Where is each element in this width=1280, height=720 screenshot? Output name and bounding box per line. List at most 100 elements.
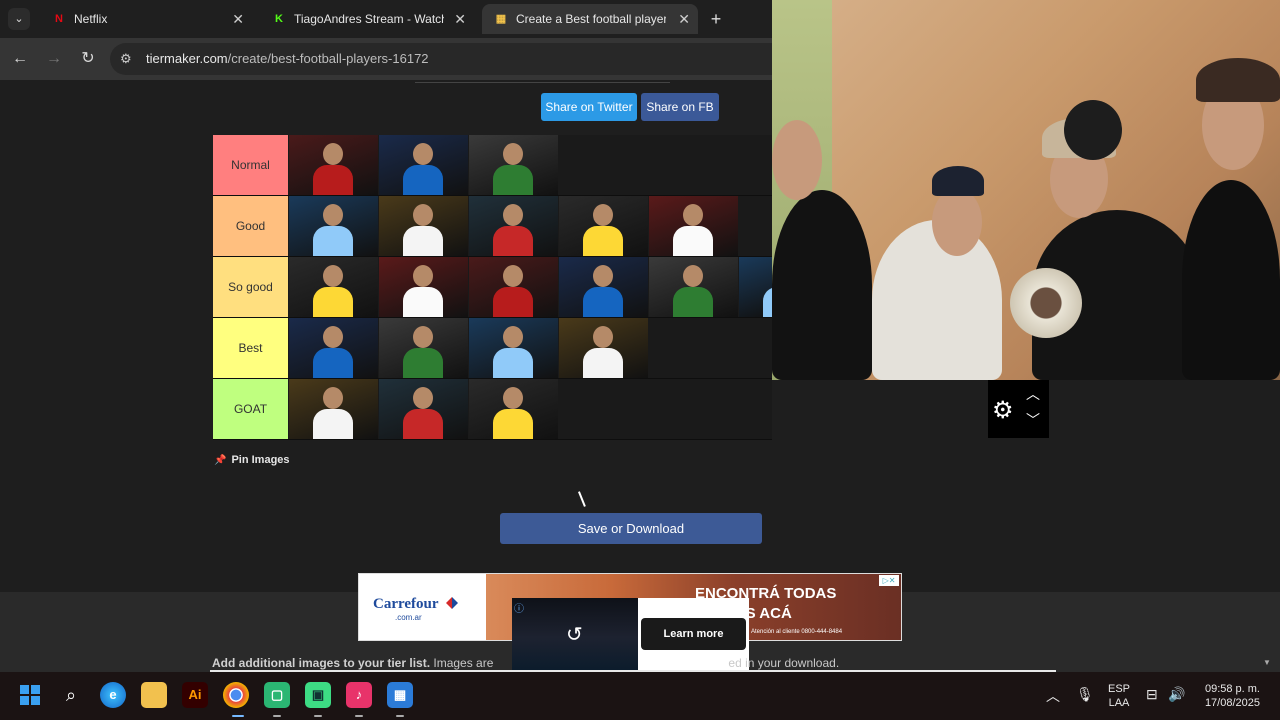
active-app-indicator bbox=[232, 715, 244, 717]
close-tab-icon[interactable]: ✕ bbox=[232, 4, 244, 34]
show-hidden-icons-chevron-icon[interactable]: ︿ bbox=[1046, 686, 1060, 706]
tier-row[interactable]: Good bbox=[213, 196, 772, 257]
player-image[interactable] bbox=[559, 196, 648, 256]
player-image[interactable] bbox=[559, 257, 648, 317]
volume-icon[interactable]: 🔊 bbox=[1168, 686, 1185, 703]
close-tab-icon[interactable]: ✕ bbox=[454, 4, 466, 34]
tier-label[interactable]: So good bbox=[213, 257, 288, 317]
webcam-overlay bbox=[772, 0, 1280, 380]
url-text: tiermaker.com/create/best-football-playe… bbox=[146, 51, 429, 66]
language-indicator[interactable]: ESP LAA bbox=[1106, 682, 1132, 710]
save-download-button[interactable]: Save or Download bbox=[500, 513, 762, 544]
gear-icon[interactable]: ⚙ bbox=[992, 396, 1014, 425]
replay-icon[interactable]: ↺ bbox=[566, 622, 583, 647]
streamer-right bbox=[1182, 180, 1280, 380]
android-studio-icon[interactable]: ▣ bbox=[305, 682, 331, 708]
tier-label[interactable]: Best bbox=[213, 318, 288, 378]
overlay-controls: ⚙ ︿ ﹀ bbox=[988, 380, 1049, 438]
netflix-favicon-icon: N bbox=[55, 13, 63, 25]
tier-row[interactable]: Best bbox=[213, 318, 772, 379]
tier-label[interactable]: Normal bbox=[213, 135, 288, 195]
player-image[interactable] bbox=[559, 318, 648, 378]
kick-favicon-icon: K bbox=[275, 13, 283, 25]
tab-title: Netflix bbox=[74, 12, 108, 26]
clock[interactable]: 09:58 p. m. 17/08/2025 bbox=[1196, 682, 1260, 710]
forward-arrow-icon[interactable]: → bbox=[43, 48, 65, 70]
pin-images-label: Pin Images bbox=[231, 454, 290, 466]
app-indicator bbox=[314, 715, 322, 717]
browser-toolbar: ← → ↻ ⚙ tiermaker.com/create/best-footba… bbox=[0, 38, 772, 80]
whatsapp-icon[interactable]: ▢ bbox=[264, 682, 290, 708]
page-divider bbox=[415, 80, 670, 83]
app-indicator bbox=[273, 715, 281, 717]
share-twitter-button[interactable]: Share on Twitter bbox=[541, 93, 637, 121]
player-image[interactable] bbox=[469, 318, 558, 378]
tab-kick-stream[interactable]: K TiagoAndres Stream - Watch Li ✕ bbox=[260, 4, 474, 34]
player-image[interactable] bbox=[469, 257, 558, 317]
tab-tiermaker[interactable]: ▦ Create a Best football players T ✕ bbox=[482, 4, 698, 34]
scroll-down-arrow-icon[interactable]: ▼ bbox=[1263, 658, 1271, 667]
player-image[interactable] bbox=[289, 379, 378, 439]
tab-title: TiagoAndres Stream - Watch Li bbox=[294, 12, 444, 26]
pin-images-toggle[interactable]: 📌 Pin Images bbox=[214, 454, 290, 466]
chevron-down-icon[interactable]: ﹀ bbox=[1026, 410, 1040, 430]
player-image[interactable] bbox=[289, 135, 378, 195]
tab-title: Create a Best football players T bbox=[516, 12, 666, 26]
app-indicator bbox=[396, 715, 404, 717]
player-image[interactable] bbox=[649, 257, 738, 317]
player-image[interactable] bbox=[379, 257, 468, 317]
edge-icon[interactable]: e bbox=[100, 682, 126, 708]
close-tab-icon[interactable]: ✕ bbox=[678, 4, 690, 34]
player-image[interactable] bbox=[289, 318, 378, 378]
player-image[interactable] bbox=[469, 135, 558, 195]
screen: ⌄ N Netflix ✕ K TiagoAndres Stream - Wat… bbox=[0, 0, 1280, 720]
microphone-icon[interactable]: 🎙 bbox=[1076, 686, 1094, 703]
tiermaker-favicon-icon: ▦ bbox=[495, 13, 507, 25]
windows-start-icon[interactable] bbox=[17, 682, 43, 708]
back-arrow-icon[interactable]: ← bbox=[9, 48, 31, 70]
face bbox=[932, 188, 982, 256]
reload-icon[interactable]: ↻ bbox=[77, 48, 99, 70]
browser-tab-bar: ⌄ N Netflix ✕ K TiagoAndres Stream - Wat… bbox=[0, 0, 772, 38]
pin-icon: 📌 bbox=[214, 455, 227, 466]
tier-label[interactable]: Good bbox=[213, 196, 288, 256]
info-icon[interactable]: ⓘ bbox=[514, 600, 524, 615]
player-image[interactable] bbox=[379, 135, 468, 195]
windows-taskbar: ⌕ e Ai ▢ ▣ ♪ ▦ ︿ 🎙 ESP LAA ⊟ 🔊 09:58 p. m… bbox=[0, 672, 1280, 720]
streamer-back bbox=[1064, 100, 1122, 160]
ad-choices-icon[interactable]: ▷✕ bbox=[879, 575, 899, 586]
tier-row[interactable]: Normal bbox=[213, 135, 772, 196]
player-image[interactable] bbox=[289, 196, 378, 256]
player-image[interactable] bbox=[469, 196, 558, 256]
player-image[interactable] bbox=[289, 257, 378, 317]
tab-netflix[interactable]: N Netflix ✕ bbox=[40, 4, 252, 34]
hair bbox=[1196, 58, 1280, 102]
player-image[interactable] bbox=[379, 318, 468, 378]
player-image[interactable] bbox=[379, 379, 468, 439]
face bbox=[772, 120, 822, 200]
player-image[interactable] bbox=[379, 196, 468, 256]
tiktok-icon[interactable]: ♪ bbox=[346, 682, 372, 708]
tier-row[interactable]: So good bbox=[213, 257, 772, 318]
learn-more-button[interactable]: Learn more bbox=[641, 618, 746, 650]
chevron-up-icon[interactable]: ︿ bbox=[1026, 384, 1040, 404]
new-tab-button[interactable]: + bbox=[705, 8, 727, 30]
file-explorer-icon[interactable] bbox=[141, 682, 167, 708]
share-fb-button[interactable]: Share on FB bbox=[641, 93, 719, 121]
network-icon[interactable]: ⊟ bbox=[1146, 686, 1158, 703]
player-image[interactable] bbox=[469, 379, 558, 439]
address-bar[interactable]: ⚙ tiermaker.com/create/best-football-pla… bbox=[110, 43, 772, 75]
search-icon[interactable]: ⌕ bbox=[58, 682, 84, 708]
mouse-cursor-icon bbox=[578, 491, 586, 507]
player-image[interactable] bbox=[739, 257, 772, 317]
adobe-illustrator-icon[interactable]: Ai bbox=[182, 682, 208, 708]
player-image[interactable] bbox=[649, 196, 738, 256]
chrome-icon[interactable] bbox=[223, 682, 249, 708]
site-info-icon[interactable]: ⚙ bbox=[120, 51, 132, 67]
tier-row[interactable]: GOAT bbox=[213, 379, 772, 440]
tier-label[interactable]: GOAT bbox=[213, 379, 288, 439]
store-icon[interactable]: ▦ bbox=[387, 682, 413, 708]
add-images-text: Add additional images to your tier list.… bbox=[212, 656, 840, 670]
headphones bbox=[1010, 268, 1082, 338]
tab-search-button[interactable]: ⌄ bbox=[8, 8, 30, 30]
